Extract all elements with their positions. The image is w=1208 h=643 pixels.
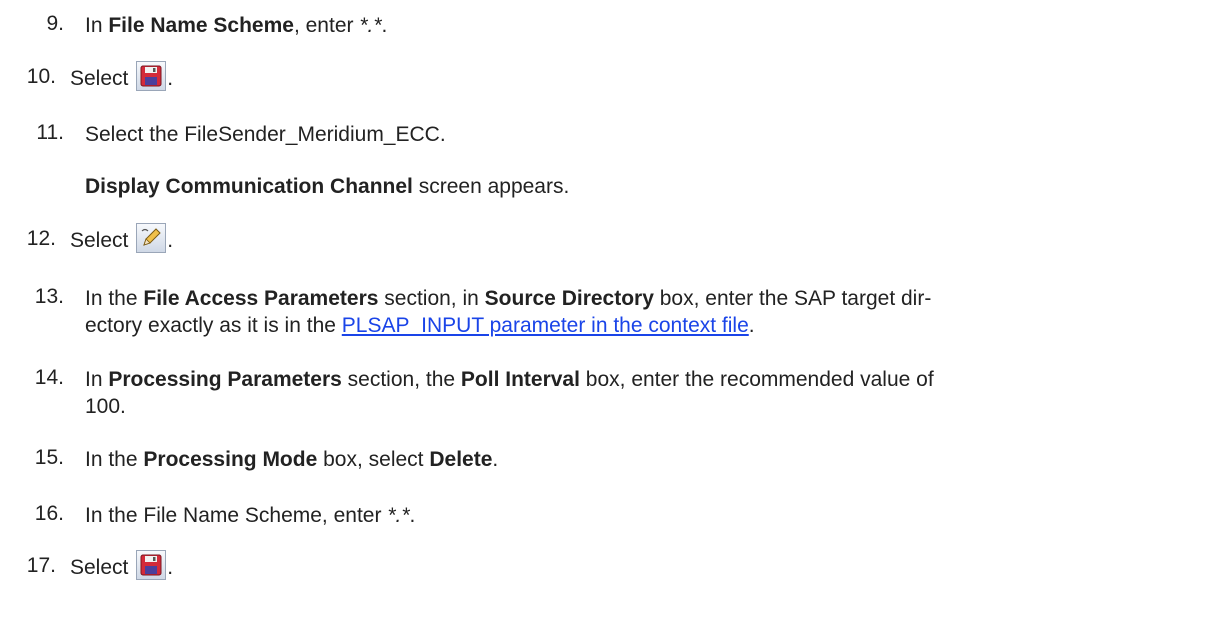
step-number: 17. (26, 554, 56, 577)
step-text-part: In the (85, 448, 144, 471)
step-text-part: . (167, 229, 174, 252)
field-name: File Name Scheme (108, 14, 294, 37)
step-text-part: box, enter the recommended value of (579, 368, 934, 391)
step-text-part: In (85, 368, 109, 391)
step-text-part: In the (85, 287, 144, 310)
field-name: Source Directory (484, 287, 654, 310)
step-number: 9. (46, 12, 64, 35)
step-text-part: . (409, 504, 416, 527)
step-text-part: . (748, 314, 755, 337)
step-text-part: Select (70, 229, 135, 252)
edit-pencil-icon[interactable] (136, 223, 167, 254)
step-text: In File Name Scheme, enter *.*. (85, 12, 1185, 39)
step-text-part: section, the (341, 368, 461, 391)
step-text-part: In (85, 14, 109, 37)
step-number: 15. (34, 446, 64, 469)
step-text: Select the FileSender_Meridium_ECC. (85, 121, 1185, 148)
step-text-part: ectory exactly as it is in the (85, 314, 342, 337)
step-text-part: . (381, 14, 388, 37)
step-number: 16. (34, 502, 64, 525)
step-text-part: . (167, 556, 174, 579)
step-text: Select . (70, 223, 1170, 254)
step-text-part: screen appears. (412, 175, 570, 198)
step-text-part: box, enter the SAP target dir- (653, 287, 932, 310)
step-number: 14. (34, 366, 64, 389)
step-text-part: section, in (378, 287, 485, 310)
step-number: 13. (34, 285, 64, 308)
step-number: 12. (26, 227, 56, 250)
section-name: File Access Parameters (143, 287, 379, 310)
save-icon[interactable] (136, 61, 167, 92)
wildcard-value: *.* (387, 504, 410, 527)
step-text-part: Select (70, 556, 135, 579)
step-text-part: . (492, 448, 499, 471)
step-text-part: . (167, 67, 174, 90)
step-text: In the File Name Scheme, enter *.*. (85, 502, 1185, 529)
field-name: Processing Mode (143, 448, 318, 471)
step-text: In the Processing Mode box, select Delet… (85, 446, 1185, 473)
step-text-part: box, select (317, 448, 430, 471)
step-text-part: In the File Name Scheme, enter (85, 504, 388, 527)
field-name: Poll Interval (460, 368, 580, 391)
step-text-part: Select (70, 67, 135, 90)
step-text-part: Select the FileSender_Meridium_ECC. (85, 123, 446, 146)
step-11-result: Display Communication Channel screen app… (85, 173, 1185, 200)
step-text-part: 100. (85, 395, 126, 418)
step-number: 11. (36, 121, 64, 144)
step-text: Select . (70, 550, 1170, 581)
step-text: In Processing Parameters section, the Po… (85, 366, 1185, 420)
screen-name: Display Communication Channel (85, 175, 413, 198)
step-text: Select . (70, 61, 1170, 92)
step-number: 10. (26, 65, 56, 88)
step-text-part: , enter (293, 14, 360, 37)
wildcard-value: *.* (359, 14, 382, 37)
option-value: Delete (429, 448, 493, 471)
save-icon[interactable] (136, 550, 167, 581)
section-name: Processing Parameters (108, 368, 342, 391)
step-text: In the File Access Parameters section, i… (85, 285, 1185, 339)
context-file-link[interactable]: PLSAP_INPUT parameter in the context fil… (342, 314, 749, 337)
